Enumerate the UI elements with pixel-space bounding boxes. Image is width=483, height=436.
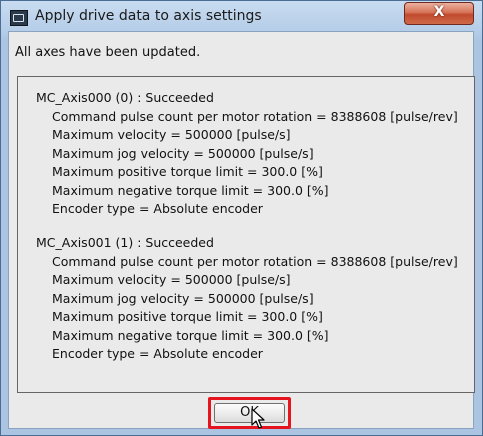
axis-result-block: MC_Axis000 (0) : Succeeded Command pulse… [36, 89, 458, 219]
axis-detail-line: Maximum positive torque limit = 300.0 [%… [52, 309, 323, 324]
axis-detail-line: Encoder type = Absolute encoder [52, 346, 263, 361]
axis-result-header: MC_Axis000 (0) : Succeeded [36, 90, 214, 105]
window-title: Apply drive data to axis settings [35, 8, 262, 24]
axis-detail-line: Command pulse count per motor rotation =… [52, 108, 458, 124]
axis-detail-line: Maximum negative torque limit = 300.0 [%… [52, 327, 329, 343]
axis-detail-line: Command pulse count per motor rotation =… [52, 253, 458, 269]
dialog-body: All axes have been updated. MC_Axis000 (… [8, 31, 475, 429]
axis-detail-line: Maximum velocity = 500000 [pulse/s] [52, 272, 291, 287]
title-bar[interactable]: Apply drive data to axis settings X [1, 1, 482, 31]
axis-detail-line: Maximum negative torque limit = 300.0 [%… [52, 182, 329, 198]
mouse-pointer-icon [251, 408, 265, 429]
axis-result-block: MC_Axis001 (1) : Succeeded Command pulse… [36, 234, 458, 364]
window-app-icon [10, 10, 28, 26]
axis-detail-line: Maximum jog velocity = 500000 [pulse/s] [52, 290, 314, 306]
axis-detail-line: Encoder type = Absolute encoder [52, 201, 263, 216]
summary-message: All axes have been updated. [15, 45, 201, 60]
axis-detail-line: Maximum positive torque limit = 300.0 [%… [52, 164, 323, 179]
ok-button[interactable]: OK [214, 403, 285, 423]
axis-detail-line: Maximum jog velocity = 500000 [pulse/s] [52, 145, 314, 161]
results-panel: MC_Axis000 (0) : Succeeded Command pulse… [17, 76, 475, 393]
apply-drive-data-dialog: Apply drive data to axis settings X All … [0, 0, 483, 436]
axis-result-header: MC_Axis001 (1) : Succeeded [36, 235, 214, 250]
close-icon: X [433, 4, 445, 20]
axis-detail-line: Maximum velocity = 500000 [pulse/s] [52, 127, 291, 142]
close-button[interactable]: X [404, 2, 474, 25]
ok-button-highlight: OK [208, 397, 291, 429]
